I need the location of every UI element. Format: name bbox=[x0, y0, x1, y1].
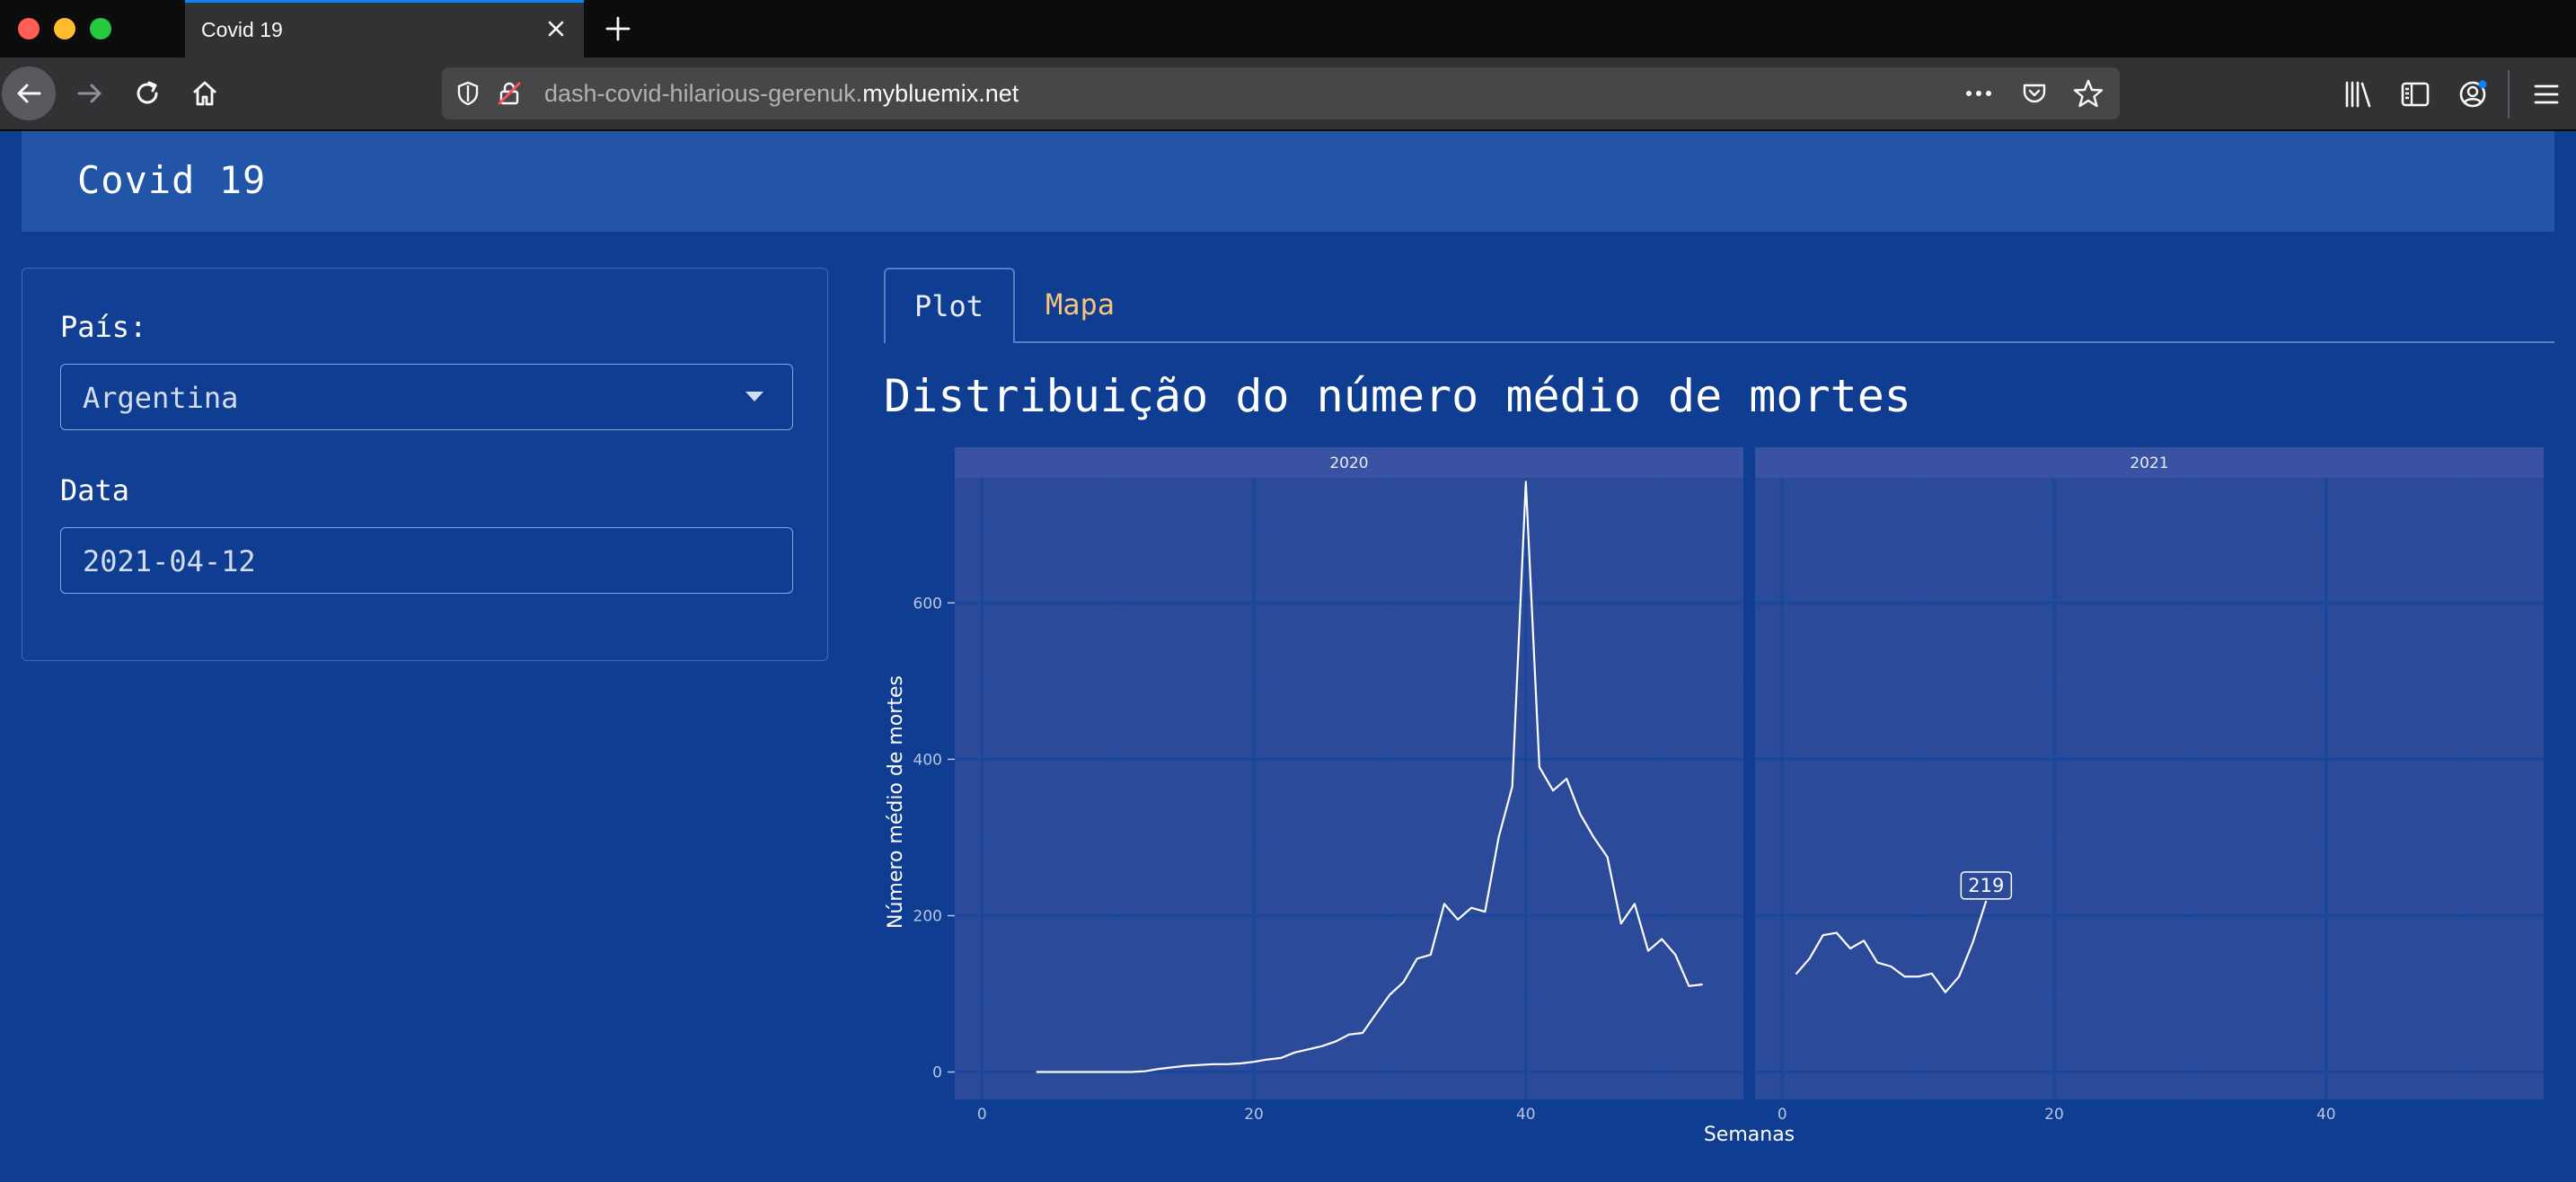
new-tab-plus-icon[interactable] bbox=[602, 13, 634, 45]
caret-down-icon bbox=[745, 392, 763, 401]
y-tick-label: 400 bbox=[913, 751, 942, 769]
window-zoom-button[interactable] bbox=[90, 18, 111, 40]
country-selected-value: Argentina bbox=[83, 381, 239, 415]
country-dropdown[interactable]: Argentina bbox=[60, 364, 793, 430]
reload-button[interactable] bbox=[120, 66, 174, 120]
back-arrow-icon bbox=[17, 84, 41, 103]
facet-strip-label: 2020 bbox=[1329, 454, 1368, 472]
y-tick-label: 600 bbox=[913, 595, 942, 613]
browser-tab-title: Covid 19 bbox=[201, 18, 283, 41]
x-tick-label: 20 bbox=[2044, 1106, 2064, 1124]
url-subdomain: dash-covid-hilarious-gerenuk. bbox=[544, 80, 863, 107]
library-icon[interactable] bbox=[2342, 79, 2373, 110]
sidebar-toggle-icon[interactable] bbox=[2400, 79, 2430, 110]
url-domain: mybluemix.net bbox=[862, 80, 1019, 107]
home-button[interactable] bbox=[178, 66, 232, 120]
tab-mapa[interactable]: Mapa bbox=[1045, 287, 1115, 322]
window-minimize-button[interactable] bbox=[54, 18, 75, 40]
date-label: Data bbox=[60, 473, 130, 507]
filter-card: País: Argentina Data 2021-04-12 bbox=[22, 268, 828, 661]
toolbar-separator bbox=[2508, 70, 2510, 119]
x-axis-title: Semanas bbox=[1704, 1124, 1795, 1146]
window-close-button[interactable] bbox=[18, 18, 40, 40]
home-icon bbox=[193, 81, 216, 106]
forward-button[interactable] bbox=[63, 66, 117, 120]
tabs-divider bbox=[884, 341, 2554, 343]
x-tick-label: 40 bbox=[2316, 1106, 2336, 1124]
forward-arrow-icon bbox=[77, 84, 101, 103]
bookmark-star-icon[interactable] bbox=[2073, 78, 2104, 109]
date-input[interactable]: 2021-04-12 bbox=[60, 527, 793, 594]
x-tick-label: 0 bbox=[1778, 1106, 1787, 1124]
chart-title: Distribuição do número médio de mortes bbox=[884, 370, 1911, 422]
tab-plot[interactable]: Plot bbox=[884, 268, 1015, 343]
pocket-icon[interactable] bbox=[2021, 80, 2048, 107]
url-bar[interactable]: dash-covid-hilarious-gerenuk.mybluemix.n… bbox=[442, 67, 2120, 119]
browser-tab[interactable]: Covid 19 bbox=[185, 0, 584, 57]
close-icon[interactable] bbox=[543, 15, 569, 42]
more-actions-icon[interactable] bbox=[1963, 80, 1994, 107]
date-input-value: 2021-04-12 bbox=[83, 544, 256, 578]
data-label: 219 bbox=[1968, 875, 2004, 896]
panel-background bbox=[1755, 478, 2544, 1099]
back-button[interactable] bbox=[2, 66, 56, 120]
tab-plot-label: Plot bbox=[914, 289, 984, 323]
shield-icon[interactable] bbox=[454, 80, 481, 107]
facet-strip-label: 2021 bbox=[2130, 454, 2168, 472]
browser-tab-bar: Covid 19 bbox=[0, 0, 2576, 57]
panel-background bbox=[955, 478, 1743, 1099]
insecure-lock-icon[interactable] bbox=[496, 80, 523, 107]
country-label: País: bbox=[60, 310, 147, 344]
reload-icon bbox=[137, 81, 158, 104]
x-tick-label: 20 bbox=[1244, 1106, 1264, 1124]
hamburger-menu-icon[interactable] bbox=[2531, 79, 2562, 110]
page-title: Covid 19 bbox=[77, 158, 267, 202]
x-tick-label: 40 bbox=[1516, 1106, 1536, 1124]
deaths-line-chart: 2020 0 20 40 2021 0 20 40 219 0 200 400 600 Semanas Nú… bbox=[885, 447, 2544, 1146]
y-tick-label: 0 bbox=[932, 1064, 942, 1082]
y-axis-title: Número médio de mortes bbox=[885, 675, 907, 929]
account-icon[interactable] bbox=[2457, 79, 2488, 110]
app-header: Covid 19 bbox=[22, 131, 2554, 232]
browser-toolbar: dash-covid-hilarious-gerenuk.mybluemix.n… bbox=[0, 57, 2576, 131]
x-tick-label: 0 bbox=[977, 1106, 987, 1124]
url-text[interactable]: dash-covid-hilarious-gerenuk.mybluemix.n… bbox=[544, 80, 1019, 108]
y-tick-label: 200 bbox=[913, 907, 942, 925]
